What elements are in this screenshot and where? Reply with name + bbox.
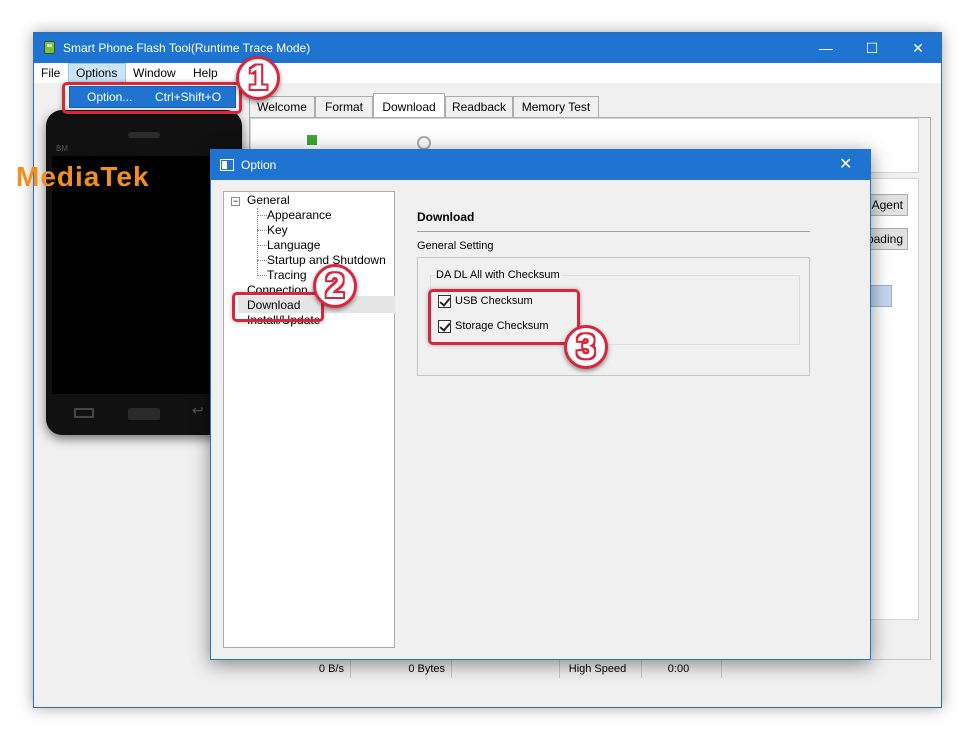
tree-line	[257, 245, 267, 246]
callout-badge-1: 1	[236, 56, 280, 100]
tree-item-general[interactable]: General	[247, 193, 290, 207]
menu-help[interactable]: Help	[193, 66, 218, 80]
menu-window[interactable]: Window	[133, 66, 176, 80]
callout-highlight-3	[428, 289, 580, 345]
tree-line	[257, 230, 267, 231]
phone-menu-icon	[74, 408, 94, 418]
menu-options[interactable]: Options	[68, 63, 126, 83]
status-bar: 0 B/s 0 Bytes High Speed 0:00	[249, 659, 931, 678]
minimize-button[interactable]: —	[803, 33, 849, 63]
download-arrow-icon	[307, 135, 317, 145]
dialog-close-button[interactable]: ✕	[839, 154, 852, 174]
close-button[interactable]: ✕	[895, 33, 941, 63]
status-speed: 0 B/s	[249, 660, 351, 678]
status-time: 0:00	[642, 660, 722, 678]
section-label: General Setting	[417, 240, 494, 252]
tree-line	[257, 275, 267, 276]
window-title: Smart Phone Flash Tool(Runtime Trace Mod…	[63, 41, 311, 55]
checksum-group-title: DA DL All with Checksum	[435, 269, 561, 281]
tree-line	[257, 260, 267, 261]
content-separator	[417, 231, 810, 232]
content-title: Download	[417, 210, 475, 224]
tree-item-key[interactable]: Key	[267, 223, 288, 237]
maximize-button[interactable]: ☐	[849, 33, 895, 63]
status-bytes: 0 Bytes	[351, 660, 452, 678]
callout-badge-3: 3	[564, 325, 608, 369]
tab-readback[interactable]: Readback	[445, 96, 513, 117]
tree-line	[257, 215, 267, 216]
tree-item-appearance[interactable]: Appearance	[267, 208, 332, 222]
phone-home-button	[128, 408, 160, 420]
tab-memory-test[interactable]: Memory Test	[513, 96, 599, 117]
expander-icon[interactable]: −	[231, 197, 240, 206]
settings-tree: − General Appearance Key Language Startu…	[223, 191, 395, 648]
phone-speaker	[128, 132, 160, 138]
menu-file[interactable]: File	[41, 66, 60, 80]
title-bar[interactable]: Smart Phone Flash Tool(Runtime Trace Mod…	[34, 33, 941, 63]
callout-highlight-2	[232, 292, 324, 322]
phone-model-text: BM	[56, 144, 68, 153]
phone-back-icon: ↩	[192, 402, 204, 418]
tree-item-tracing[interactable]: Tracing	[267, 268, 307, 282]
status-empty-1	[452, 660, 560, 678]
dialog-title: Option	[241, 158, 277, 172]
app-icon	[44, 41, 55, 54]
menu-options-label: Options	[76, 66, 118, 80]
tab-format[interactable]: Format	[315, 96, 373, 117]
tab-download[interactable]: Download	[373, 93, 445, 117]
callout-badge-2: 2	[313, 264, 357, 308]
stop-icon	[417, 136, 431, 150]
option-dialog: Option ✕ − General Appearance Key Langua…	[210, 149, 871, 660]
mediatek-logo: MediaTek	[16, 161, 150, 192]
callout-highlight-1	[62, 82, 242, 114]
dialog-window-icon	[220, 159, 234, 171]
tree-item-language[interactable]: Language	[267, 238, 320, 252]
menu-bar: File Options Window Help	[34, 63, 941, 83]
tree-line	[257, 208, 258, 276]
status-mode: High Speed	[560, 660, 642, 678]
dialog-title-bar[interactable]: Option ✕	[211, 150, 870, 180]
